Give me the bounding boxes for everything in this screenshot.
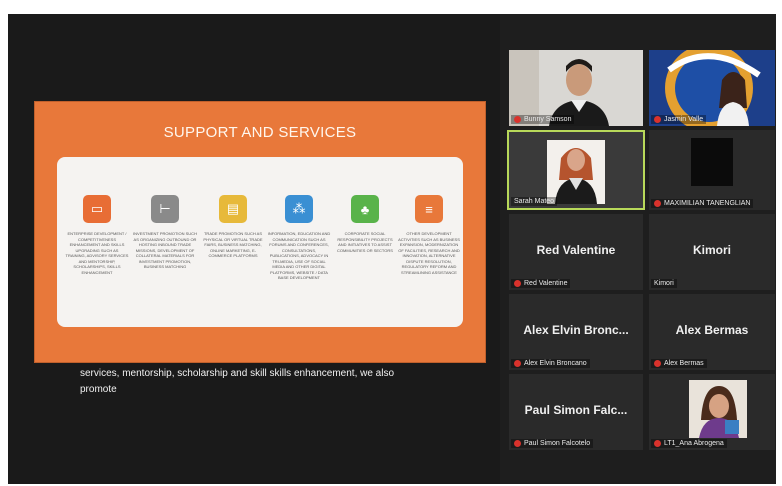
participant-tile[interactable]: Bunny Samson [509,50,643,126]
mic-muted-icon [654,116,661,123]
service-card-trade: ▤ TRADE PROMOTION SUCH AS PHYSICAL OR VI… [201,195,265,259]
meeting-window: SUPPORT AND SERVICES ▭ ENTERPRISE DEVELO… [8,14,776,484]
participant-name-tag: LT1_Ana Abrogena [651,439,727,448]
service-card-investment: ⊢ INVESTMENT PROMOTION SUCH AS ORGANIZIN… [133,195,197,270]
participant-name-tag: Bunny Samson [511,115,575,124]
service-card-information: ⁂ INFORMATION, EDUCATION AND COMMUNICATI… [267,195,331,281]
service-card-text: ENTERPRISE DEVELOPMENT / COMPETITIVENESS… [65,231,129,275]
shared-screen: SUPPORT AND SERVICES ▭ ENTERPRISE DEVELO… [8,14,500,484]
service-card-other: ≡ OTHER DEVELOPMENT ACTIVITIES SUCH AS B… [397,195,461,275]
participant-name: Jasmin Valle [664,116,704,123]
tools-icon: ▭ [83,195,111,223]
live-caption: services, mentorship, scholarship and sk… [80,368,395,395]
participant-tile[interactable]: Jasmin Valle [649,50,775,126]
presentation-slide: SUPPORT AND SERVICES ▭ ENTERPRISE DEVELO… [34,101,486,363]
mic-muted-icon [654,360,661,367]
participant-video [689,380,747,438]
participant-name-tag: MAXIMILIAN TANENGLIAN [651,199,754,208]
participant-tile[interactable]: Paul Simon Falc... Paul Simon Falcotelo [509,374,643,450]
mic-muted-icon [514,360,521,367]
flow-icon: ⊢ [151,195,179,223]
participant-name: MAXIMILIAN TANENGLIAN [664,200,751,207]
store-icon: ▤ [219,195,247,223]
mic-muted-icon [514,280,521,287]
participant-name: Alex Bermas [664,360,704,367]
participant-name: Paul Simon Falcotelo [524,440,591,447]
service-card-text: INVESTMENT PROMOTION SUCH AS ORGANIZING … [133,231,197,269]
participant-display-name: Alex Bermas [675,322,749,337]
tree-icon: ♣ [351,195,379,223]
participant-display-name: Alex Elvin Bronc... [523,322,629,337]
database-icon: ≡ [415,195,443,223]
participant-name: Sarah Mateo [514,198,555,205]
participant-name-tag: Jasmin Valle [651,115,707,124]
participant-name-tag: Alex Bermas [651,359,707,368]
service-card-enterprise: ▭ ENTERPRISE DEVELOPMENT / COMPETITIVENE… [65,195,129,275]
participant-name: Red Valentine [524,280,568,287]
participant-name-tag: Alex Elvin Broncano [511,359,590,368]
slide-title: SUPPORT AND SERVICES [163,124,357,141]
participant-name: Kimori [654,280,674,287]
service-card-csr: ♣ CORPORATE SOCIAL RESPONSIBILITY PROJEC… [333,195,397,253]
mic-muted-icon [654,440,661,447]
participant-name: LT1_Ana Abrogena [664,440,724,447]
participant-tile[interactable]: LT1_Ana Abrogena [649,374,775,450]
participant-name: Bunny Samson [524,116,572,123]
mic-muted-icon [514,116,521,123]
participant-name-tag: Paul Simon Falcotelo [511,439,594,448]
service-card-text: CORPORATE SOCIAL RESPONSIBILITY PROJECTS… [337,231,393,253]
participant-name-tag: Sarah Mateo [511,197,558,206]
service-card-text: TRADE PROMOTION SUCH AS PHYSICAL OR VIRT… [203,231,263,258]
slide-content-panel: ▭ ENTERPRISE DEVELOPMENT / COMPETITIVENE… [57,157,463,327]
participant-name-tag: Red Valentine [511,279,571,288]
participant-name: Alex Elvin Broncano [524,360,587,367]
participant-video [691,138,733,186]
people-icon: ⁂ [285,195,313,223]
mic-muted-icon [654,200,661,207]
participant-display-name: Paul Simon Falc... [524,402,628,417]
mic-muted-icon [514,440,521,447]
participant-display-name: Red Valentine [536,242,616,257]
participant-tile-active-speaker[interactable]: Sarah Mateo [507,130,645,210]
participant-name-tag: Kimori [651,279,677,288]
participant-tile[interactable]: MAXIMILIAN TANENGLIAN [649,130,775,210]
participant-display-name: Kimori [692,242,731,257]
participant-tile[interactable]: Kimori Kimori [649,214,775,290]
participant-tile[interactable]: Alex Elvin Bronc... Alex Elvin Broncano [509,294,643,370]
service-card-text: OTHER DEVELOPMENT ACTIVITIES SUCH AS BUS… [398,231,460,275]
participant-tile[interactable]: Red Valentine Red Valentine [509,214,643,290]
participant-tile[interactable]: Alex Bermas Alex Bermas [649,294,775,370]
service-card-text: INFORMATION, EDUCATION AND COMMUNICATION… [267,231,331,280]
